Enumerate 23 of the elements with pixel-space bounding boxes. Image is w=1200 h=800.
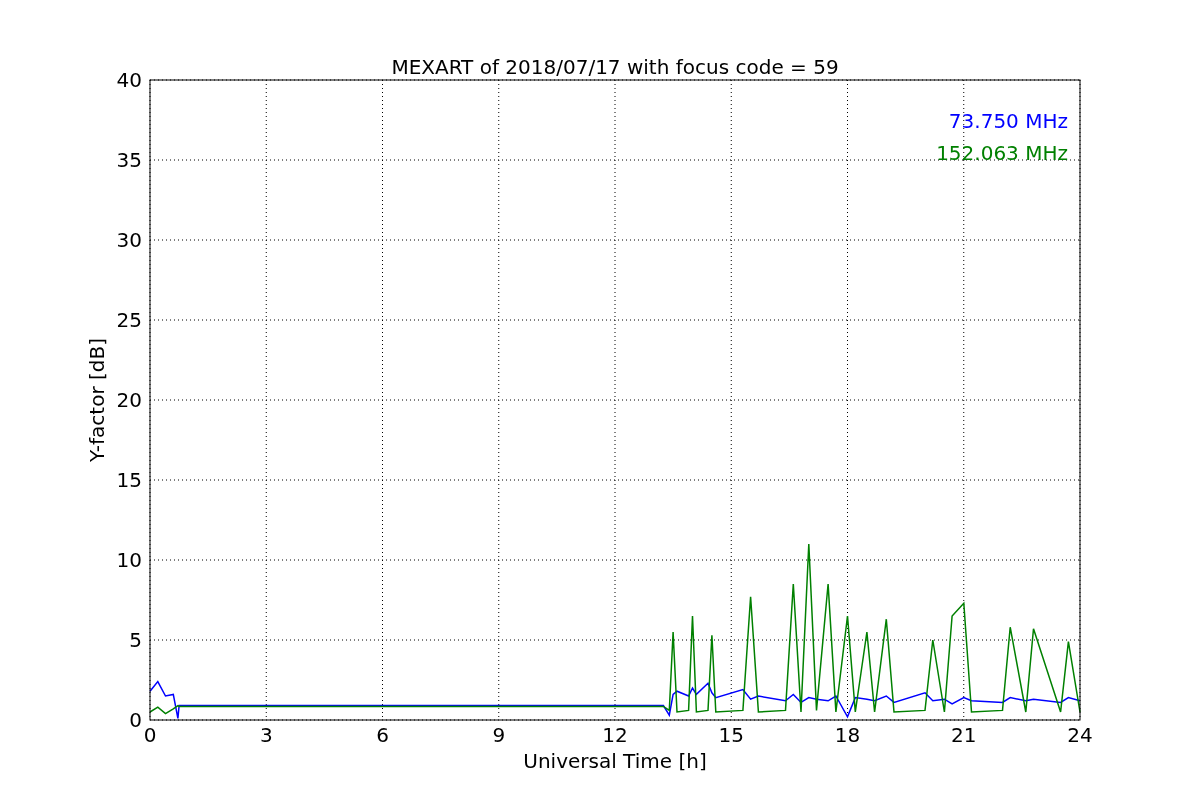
y-tick-label: 30 xyxy=(116,228,142,252)
y-tick-label: 15 xyxy=(116,468,142,492)
chart-title: MEXART of 2018/07/17 with focus code = 59 xyxy=(391,55,839,79)
x-tick-label: 6 xyxy=(376,723,389,747)
x-tick-label: 12 xyxy=(602,723,628,747)
y-tick-label: 5 xyxy=(129,628,142,652)
x-tick-label: 18 xyxy=(834,723,861,747)
x-tick-label: 21 xyxy=(951,723,977,747)
x-tick-label: 24 xyxy=(1067,723,1093,747)
x-tick-label: 15 xyxy=(718,723,744,747)
x-tick-label: 9 xyxy=(492,723,506,747)
legend-label: 73.750 MHz xyxy=(948,109,1068,133)
y-tick-label: 25 xyxy=(116,308,142,332)
x-tick-label: 0 xyxy=(143,723,157,747)
x-tick-label: 3 xyxy=(259,723,273,747)
x-axis-label: Universal Time [h] xyxy=(523,749,707,773)
y-tick-label: 10 xyxy=(116,548,142,572)
y-tick-label: 20 xyxy=(116,388,142,412)
y-tick-label: 0 xyxy=(129,708,142,732)
y-tick-label: 40 xyxy=(116,68,142,92)
y-tick-label: 35 xyxy=(116,148,142,172)
legend-label: 152.063 MHz xyxy=(936,141,1068,165)
y-axis-label: Y-factor [dB] xyxy=(85,338,109,462)
